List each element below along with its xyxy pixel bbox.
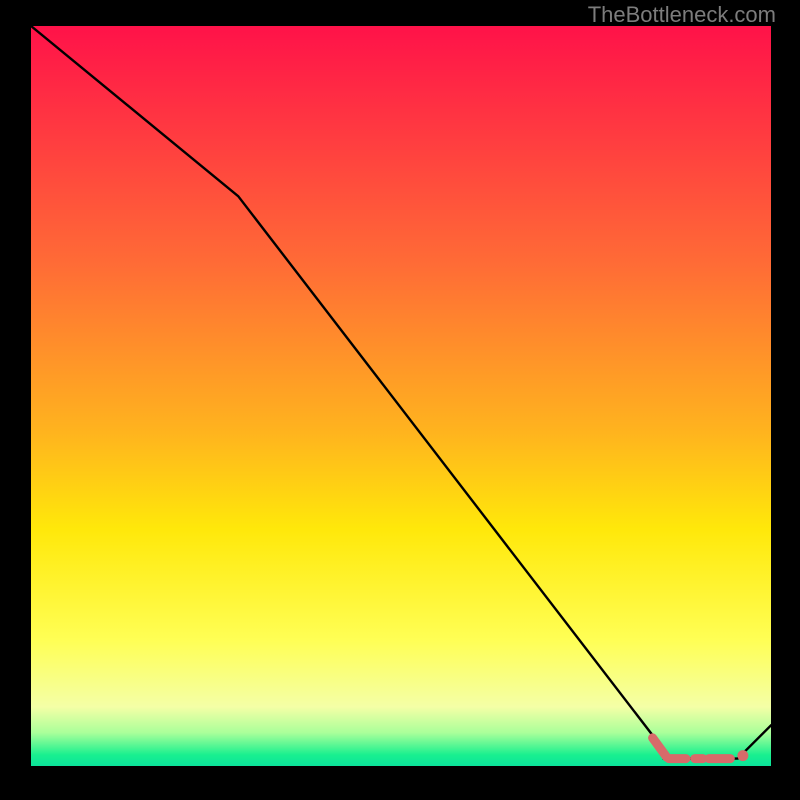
gradient-background (31, 26, 771, 766)
chart-frame: TheBottleneck.com (0, 0, 800, 800)
plot-svg (31, 26, 771, 766)
highlight-point (737, 750, 748, 761)
watermark-text: TheBottleneck.com (588, 2, 776, 28)
plot-area (31, 26, 771, 766)
